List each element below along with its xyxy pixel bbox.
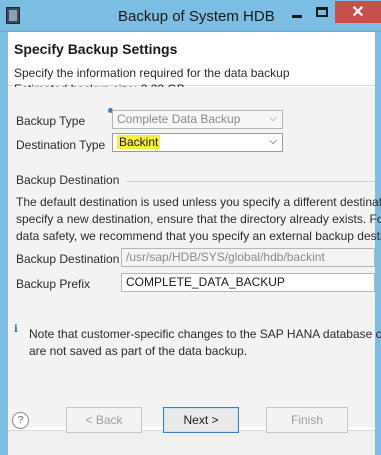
close-button[interactable]: ✕ [335, 1, 381, 23]
backup-prefix-input[interactable]: COMPLETE_DATA_BACKUP [121, 273, 375, 292]
maximize-icon [316, 7, 328, 17]
chevron-down-icon: ⌵ [269, 136, 277, 147]
destination-info-line: data safety, we recommend that you speci… [16, 229, 381, 243]
next-button[interactable]: Next > [163, 407, 239, 433]
note-text: are not saved as part of the data backup… [29, 344, 248, 358]
finish-button-label: Finish [290, 413, 323, 427]
backup-type-label: Backup Type [16, 114, 86, 128]
window-titlebar: Backup of System HDB ✕ [0, 0, 381, 32]
backup-type-value: Complete Data Backup [117, 112, 241, 126]
page-title: Specify Backup Settings [14, 41, 178, 57]
finish-button[interactable]: Finish [266, 407, 348, 433]
destination-type-label: Destination Type [16, 138, 106, 152]
back-button[interactable]: < Back [66, 407, 142, 433]
backup-destination-label: Backup Destination [16, 252, 120, 266]
chevron-down-icon: ⌵ [269, 113, 277, 124]
description-line: Specify the information required for the… [14, 66, 290, 80]
help-button[interactable]: ? [12, 412, 29, 429]
dialog-header: Specify Backup Settings Specify the info… [8, 32, 375, 96]
window-frame-right [375, 32, 381, 455]
note-text: Note that customer-specific changes to t… [29, 327, 381, 341]
window-title: Backup of System HDB [118, 8, 275, 25]
group-divider [126, 181, 375, 182]
next-button-label: Next > [183, 413, 219, 427]
backup-prefix-value: COMPLETE_DATA_BACKUP [126, 275, 285, 289]
backup-type-select[interactable]: Complete Data Backup ⌵ [112, 110, 283, 129]
backup-destination-group-title: Backup Destination [16, 173, 120, 187]
destination-type-select[interactable]: Backint ⌵ [112, 133, 283, 152]
minimize-button[interactable] [285, 1, 309, 23]
info-icon: i [14, 324, 18, 335]
backup-destination-field[interactable]: /usr/sap/HDB/SYS/global/hdb/backint [121, 248, 375, 267]
minimize-icon [292, 14, 302, 18]
backup-prefix-label: Backup Prefix [16, 277, 91, 291]
maximize-button[interactable] [309, 1, 335, 23]
app-icon [6, 7, 20, 24]
backup-destination-value: /usr/sap/HDB/SYS/global/hdb/backint [126, 250, 325, 264]
settings-panel: Backup Type Complete Data Backup ⌵ Desti… [8, 87, 381, 427]
dialog-content: Specify Backup Settings Specify the info… [8, 32, 381, 455]
destination-info-line: specify a new destination, ensure that t… [16, 212, 381, 226]
help-icon: ? [17, 415, 24, 426]
window-frame-left [0, 32, 8, 455]
close-icon: ✕ [351, 4, 365, 21]
destination-type-value: Backint [117, 135, 161, 149]
destination-info-line: The default destination is used unless y… [16, 195, 381, 209]
back-button-label: < Back [85, 413, 123, 427]
dialog-footer [8, 430, 375, 455]
